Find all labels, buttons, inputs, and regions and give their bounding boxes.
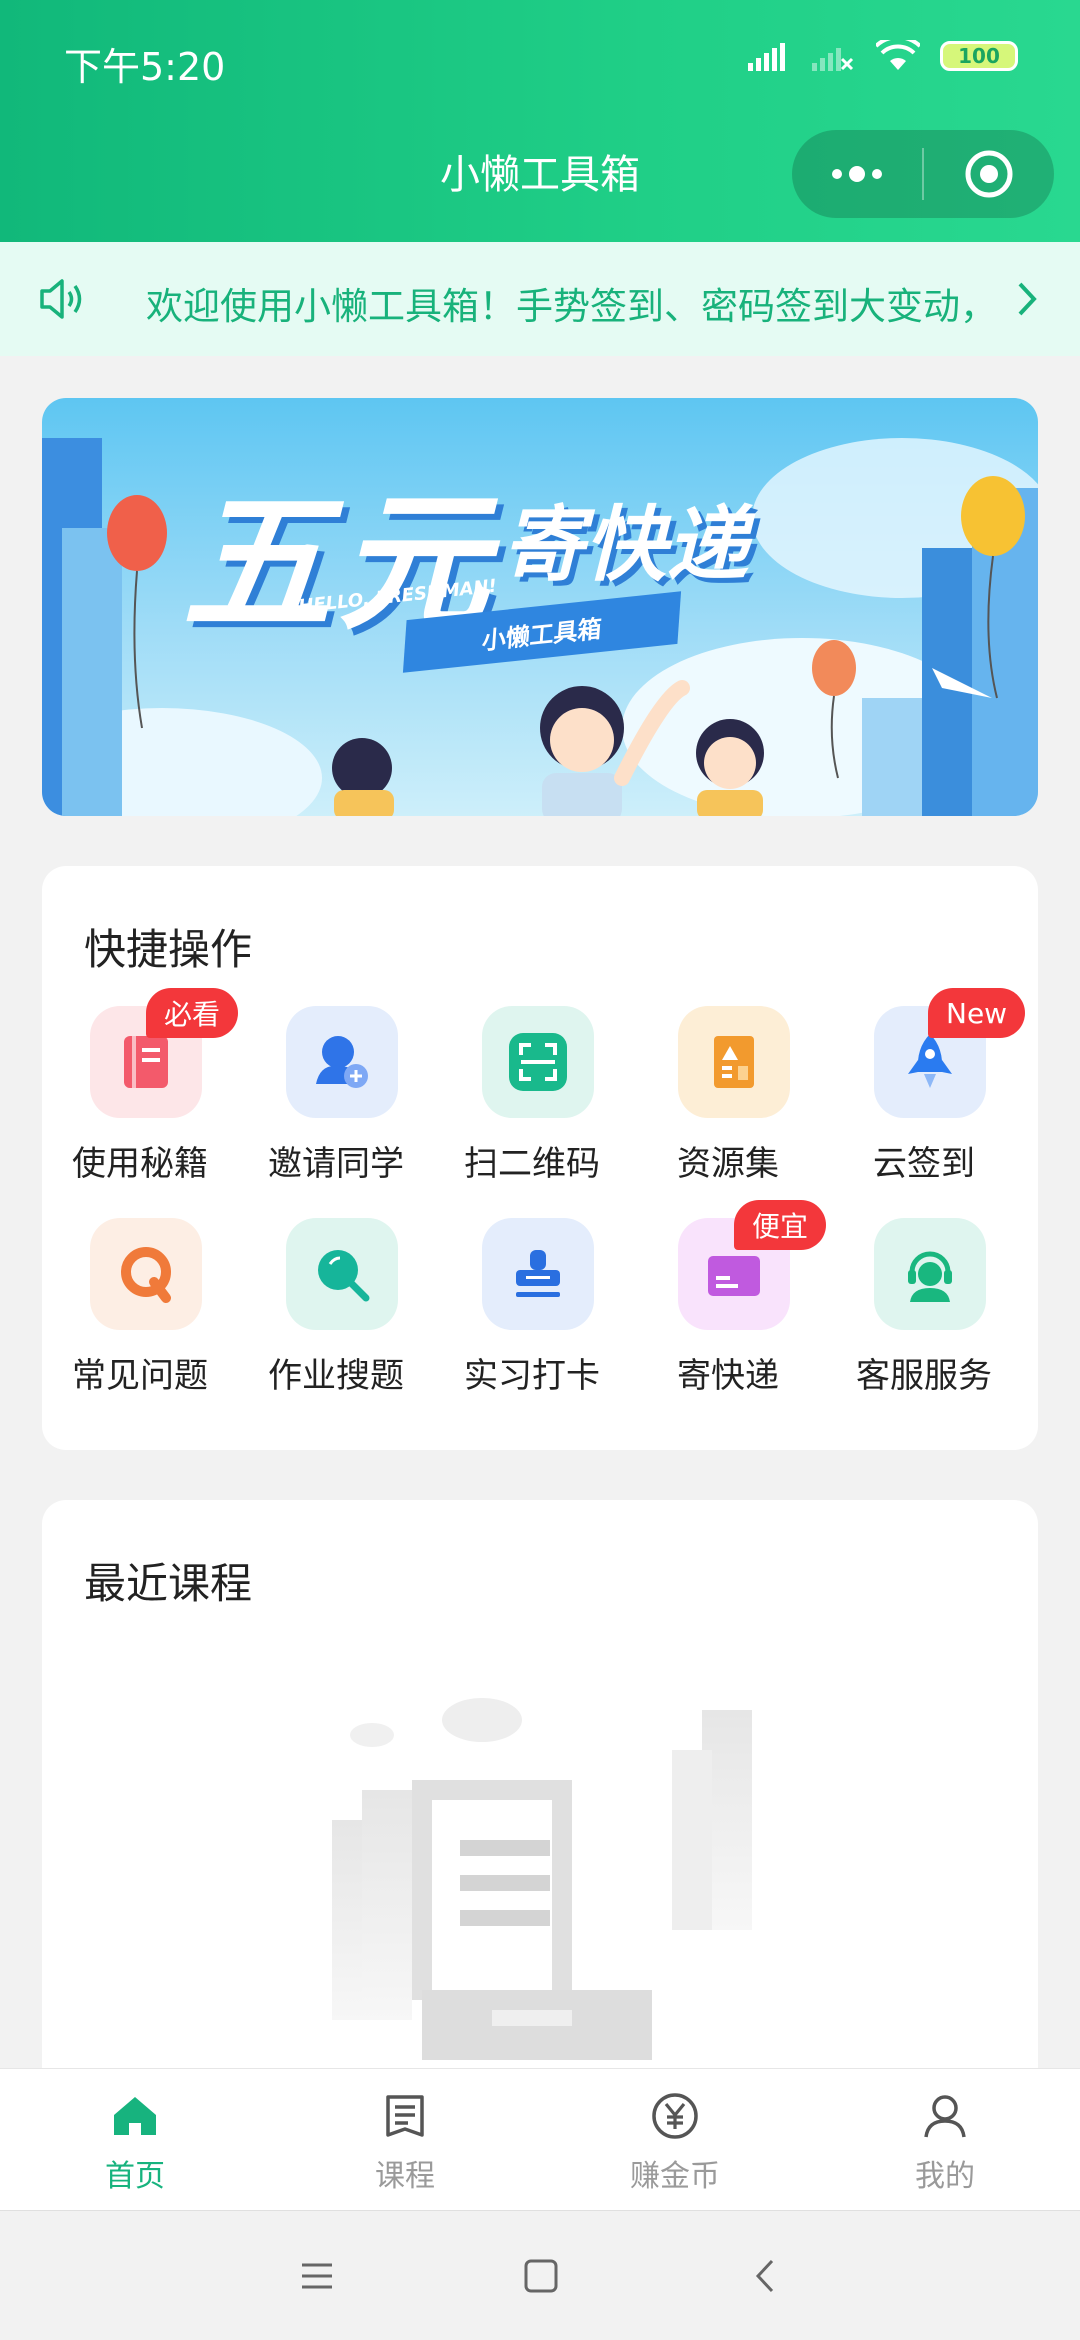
tab-courses[interactable]: 课程 <box>270 2069 540 2211</box>
tab-label: 赚金币 <box>630 2159 720 2194</box>
empty-state-illustration <box>332 1698 752 2060</box>
status-time: 下午5:20 <box>64 45 226 89</box>
quick-item-label: 寄快递 <box>677 1356 779 1396</box>
banner-subtitle: 寄快递 <box>502 498 748 593</box>
quick-item-invite[interactable]: 邀请同学 <box>238 1006 434 1206</box>
status-icons: 100 <box>748 40 1018 72</box>
coin-icon <box>652 2093 698 2139</box>
quick-item-label: 作业搜题 <box>268 1356 404 1396</box>
quick-item-label: 使用秘籍 <box>72 1144 208 1184</box>
resources-icon <box>678 1006 790 1118</box>
new-badge: New <box>928 988 1026 1038</box>
quick-item-homework-search[interactable]: 作业搜题 <box>238 1218 434 1418</box>
quick-item-resources[interactable]: 资源集 <box>630 1006 826 1206</box>
faq-icon <box>90 1218 202 1330</box>
home-square-icon[interactable] <box>518 2253 564 2299</box>
tab-label: 课程 <box>375 2159 435 2194</box>
must-see-badge: 必看 <box>146 988 239 1038</box>
tab-earn-coins[interactable]: 赚金币 <box>540 2069 810 2211</box>
miniprogram-capsule <box>792 130 1054 218</box>
notice-text: 欢迎使用小懒工具箱！手势签到、密码签到大变动， <box>146 285 997 328</box>
speaker-icon <box>40 279 82 319</box>
quick-item-label: 实习打卡 <box>464 1356 600 1396</box>
quick-item-label: 扫二维码 <box>464 1144 600 1184</box>
top-header: 下午5:20 100 小懒工具箱 <box>0 0 1080 242</box>
more-dots-icon <box>832 166 882 182</box>
recent-courses-title: 最近课程 <box>84 1559 253 1608</box>
signal-icon <box>748 43 785 71</box>
signal-off-icon <box>812 48 854 71</box>
home-icon <box>114 2097 156 2135</box>
system-nav-bar <box>0 2210 1080 2340</box>
invite-user-icon <box>286 1006 398 1118</box>
tab-home[interactable]: 首页 <box>0 2069 270 2211</box>
quick-item-faq[interactable]: 常见问题 <box>42 1218 238 1418</box>
scan-qr-icon <box>482 1006 594 1118</box>
quick-item-customer-service[interactable]: 客服服务 <box>826 1218 1022 1418</box>
notice-bar[interactable]: 欢迎使用小懒工具箱！手势签到、密码签到大变动， <box>0 242 1080 356</box>
quick-item-label: 常见问题 <box>72 1356 208 1396</box>
cheap-badge: 便宜 <box>734 1200 827 1250</box>
back-icon[interactable] <box>744 2253 790 2299</box>
course-icon <box>386 2095 424 2137</box>
target-circle-icon <box>965 150 1013 198</box>
battery-indicator: 100 <box>940 41 1018 71</box>
menu-icon[interactable] <box>294 2253 340 2299</box>
chevron-right-icon <box>1018 282 1037 316</box>
profile-icon <box>924 2095 966 2138</box>
wifi-icon <box>876 40 920 70</box>
more-button[interactable] <box>792 130 922 218</box>
quick-item-scan[interactable]: 扫二维码 <box>434 1006 630 1206</box>
quick-actions-title: 快捷操作 <box>84 925 253 974</box>
quick-actions-card: 快捷操作 使用秘籍 必看 邀请同学 扫二维码 资源集 云签到 New 常见问题 … <box>42 866 1038 1450</box>
close-button[interactable] <box>924 130 1054 218</box>
promo-banner[interactable]: 五元 寄快递 HELLO, FRESHMAN! 小懒工具箱 <box>42 398 1038 816</box>
quick-item-label: 客服服务 <box>856 1356 992 1396</box>
quick-item-label: 资源集 <box>677 1144 779 1184</box>
quick-item-label: 云签到 <box>873 1144 975 1184</box>
search-icon <box>286 1218 398 1330</box>
quick-item-label: 邀请同学 <box>268 1144 404 1184</box>
tab-label: 我的 <box>915 2159 975 2194</box>
quick-item-internship-checkin[interactable]: 实习打卡 <box>434 1218 630 1418</box>
tab-profile[interactable]: 我的 <box>810 2069 1080 2211</box>
bottom-tab-bar: 首页 课程 赚金币 我的 <box>0 2068 1080 2210</box>
customer-service-icon <box>874 1218 986 1330</box>
tab-label: 首页 <box>105 2159 165 2194</box>
stamp-icon <box>482 1218 594 1330</box>
